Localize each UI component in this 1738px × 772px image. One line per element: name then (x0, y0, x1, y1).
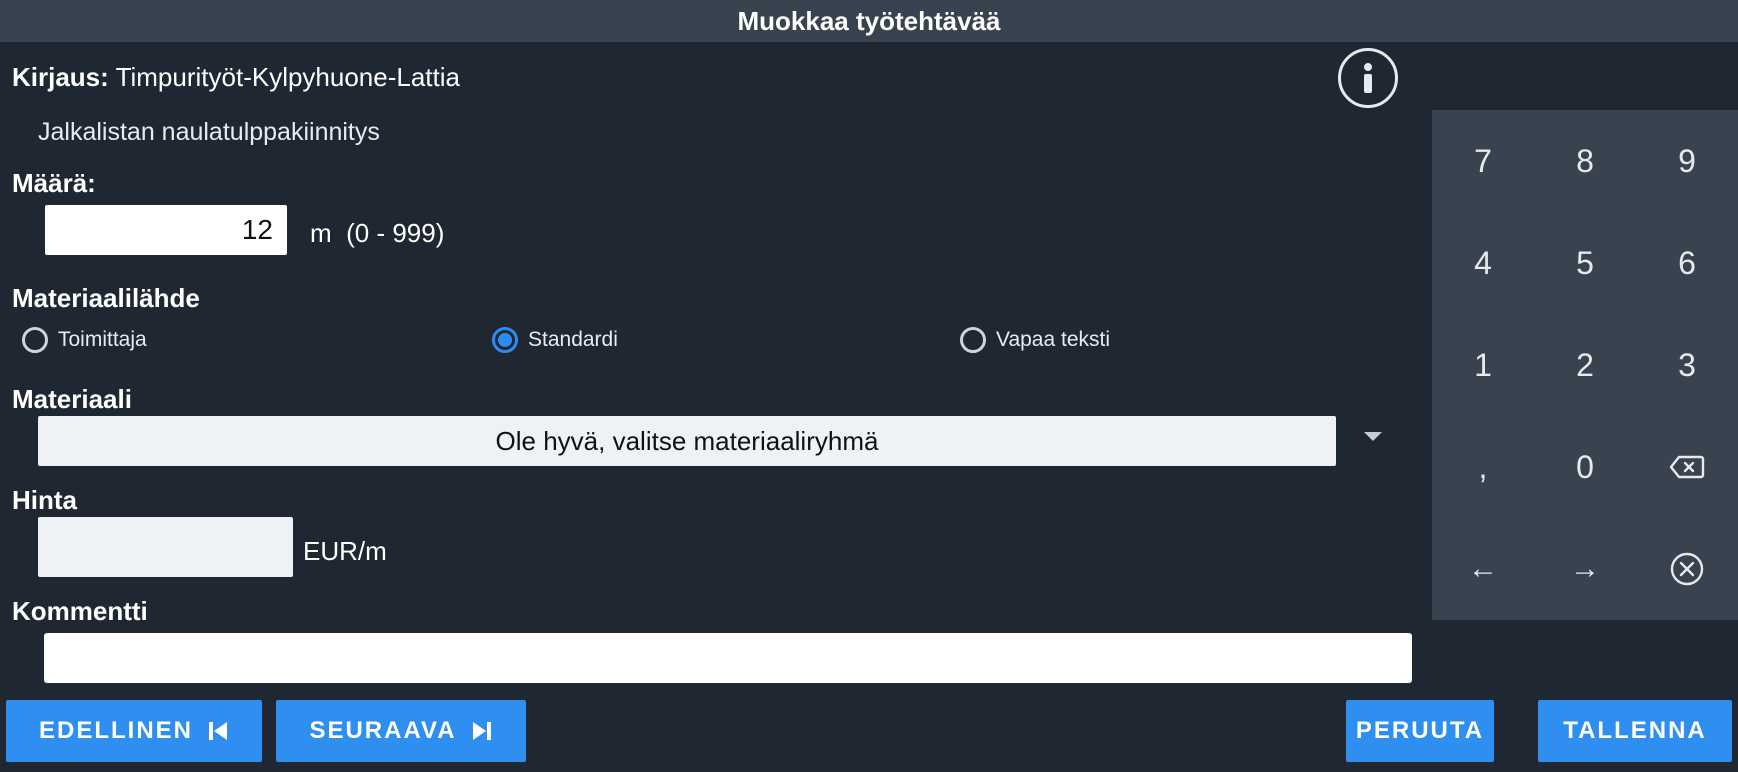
price-input[interactable] (38, 517, 293, 577)
key-arrow-right[interactable]: → (1534, 518, 1636, 620)
key-7[interactable]: 7 (1432, 110, 1534, 212)
material-source-label: Materiaalilähde (12, 283, 200, 313)
edit-task-dialog: Muokkaa työtehtävää Kirjaus: Timpurityöt… (0, 0, 1738, 772)
key-1[interactable]: 1 (1432, 314, 1534, 416)
info-button[interactable] (1338, 48, 1398, 108)
entry-label: Kirjaus: (12, 62, 109, 92)
quantity-label: Määrä: (12, 168, 96, 198)
radio-label: Toimittaja (58, 328, 147, 351)
next-button[interactable]: SEURAAVA (276, 700, 526, 762)
material-label: Materiaali (12, 384, 132, 414)
key-5[interactable]: 5 (1534, 212, 1636, 314)
key-comma[interactable]: , (1432, 416, 1534, 518)
next-button-label: SEURAAVA (309, 717, 457, 744)
radio-vapaa-teksti[interactable]: Vapaa teksti (960, 327, 1110, 353)
previous-button[interactable]: EDELLINEN (6, 700, 262, 762)
backspace-icon (1669, 455, 1705, 479)
key-2[interactable]: 2 (1534, 314, 1636, 416)
quantity-unit-range: m (0 - 999) (310, 218, 445, 248)
key-arrow-left[interactable]: ← (1432, 518, 1534, 620)
comment-label: Kommentti (12, 596, 148, 626)
radio-indicator-selected (492, 327, 518, 353)
entry-line: Kirjaus: Timpurityöt-Kylpyhuone-Lattia (12, 62, 460, 93)
skip-next-icon (471, 720, 493, 742)
radio-label: Standardi (528, 328, 618, 351)
dialog-title: Muokkaa työtehtävää (0, 0, 1738, 42)
entry-value: Timpurityöt-Kylpyhuone-Lattia (115, 62, 460, 92)
previous-button-label: EDELLINEN (38, 717, 193, 744)
price-label: Hinta (12, 485, 77, 515)
dropdown-arrow-icon[interactable] (1364, 432, 1382, 441)
key-clear[interactable] (1636, 518, 1738, 620)
key-4[interactable]: 4 (1432, 212, 1534, 314)
radio-toimittaja[interactable]: Toimittaja (22, 327, 147, 353)
radio-standardi[interactable]: Standardi (492, 327, 618, 353)
quantity-input[interactable]: 12 (45, 205, 287, 255)
radio-indicator (960, 327, 986, 353)
skip-previous-icon (207, 720, 229, 742)
comment-input[interactable] (44, 633, 1412, 683)
price-unit: EUR/m (303, 536, 387, 566)
task-description: Jalkalistan naulatulppakiinnitys (38, 118, 380, 146)
radio-indicator (22, 327, 48, 353)
key-backspace[interactable] (1636, 416, 1738, 518)
key-6[interactable]: 6 (1636, 212, 1738, 314)
clear-icon (1670, 552, 1704, 586)
save-button[interactable]: TALLENNA (1538, 700, 1732, 762)
key-9[interactable]: 9 (1636, 110, 1738, 212)
radio-label: Vapaa teksti (996, 328, 1111, 351)
material-select[interactable]: Ole hyvä, valitse materiaaliryhmä (38, 416, 1336, 466)
key-3[interactable]: 3 (1636, 314, 1738, 416)
numeric-keypad: 7 8 9 4 5 6 1 2 3 , 0 ← → (1432, 110, 1738, 620)
key-8[interactable]: 8 (1534, 110, 1636, 212)
key-0[interactable]: 0 (1534, 416, 1636, 518)
cancel-button[interactable]: PERUUTA (1346, 700, 1494, 762)
info-icon (1364, 63, 1372, 93)
